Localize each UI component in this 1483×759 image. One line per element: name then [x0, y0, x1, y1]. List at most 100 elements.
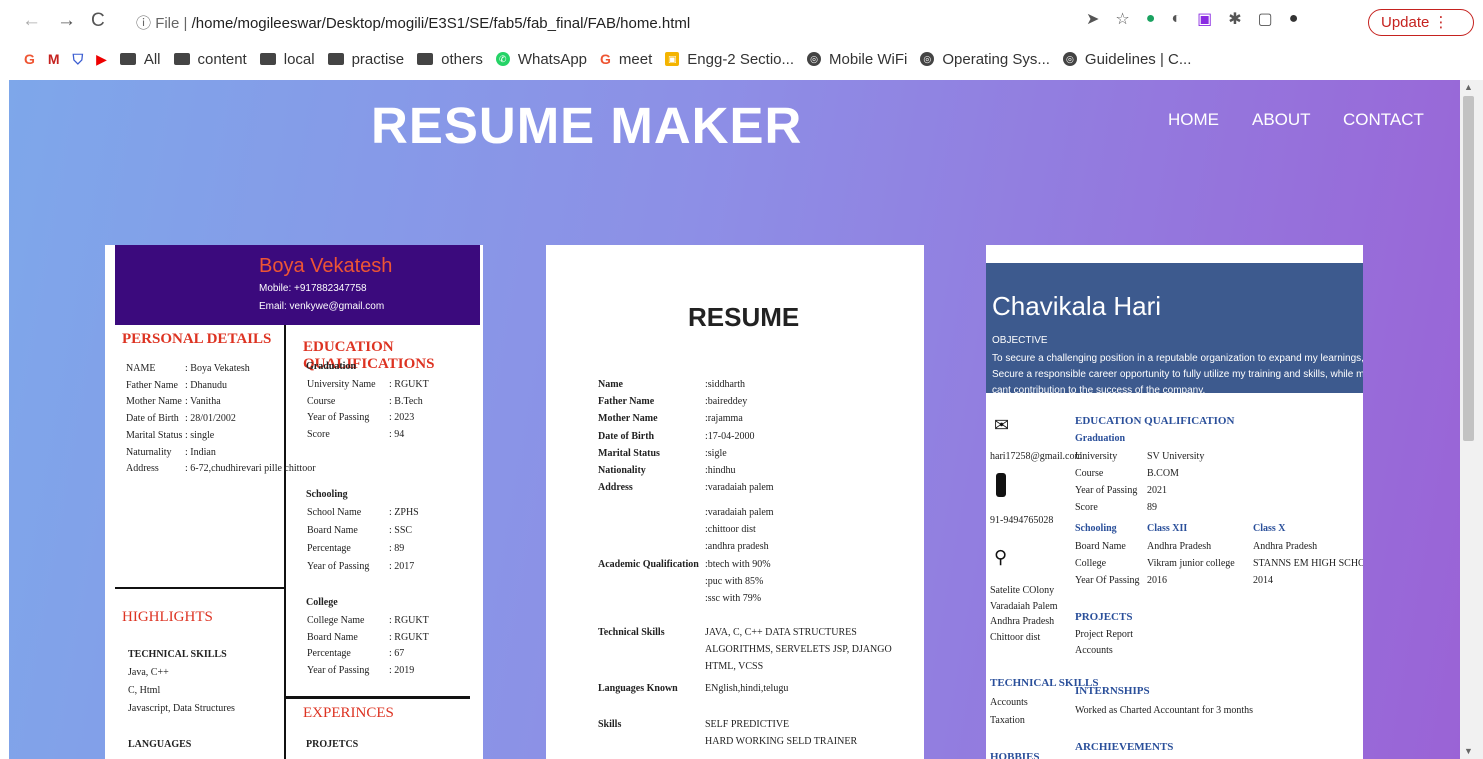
skill-item: Taxation [990, 715, 1025, 726]
objective-text: Secure a responsible career opportunity … [992, 369, 1363, 380]
field-label: Year of Passing [307, 412, 370, 423]
url-field[interactable]: ⓘ File | /home/mogileeswar/Desktop/mogil… [136, 12, 690, 33]
nav-contact[interactable]: CONTACT [1343, 110, 1424, 130]
mail-icon: ✉ [994, 415, 1010, 435]
field-value: :hindhu [705, 465, 736, 476]
field-label: Skills [598, 719, 622, 730]
section-title: ARCHIEVEMENTS [1075, 741, 1174, 753]
field-value: :varadaiah palem [705, 507, 774, 518]
url-text: /home/mogileeswar/Desktop/mogili/E3S1/SE… [191, 15, 691, 32]
section-title: EXPERINCES [303, 705, 394, 721]
project-item: Accounts [1075, 645, 1113, 656]
gmail-icon[interactable]: M [48, 51, 60, 67]
field-value: :puc with 85% [705, 576, 764, 588]
field-label: School Name [307, 507, 362, 518]
field-label: Marital Status [126, 429, 183, 441]
field-value: HARD WORKING SELD TRAINER [705, 736, 858, 747]
field-label: College Name [307, 615, 365, 626]
puzzle-icon[interactable]: ✱ [1228, 9, 1241, 29]
skill-item: Accounts [990, 697, 1028, 708]
extension-icon[interactable]: ◐ [1171, 10, 1181, 28]
field-value: B.COM [1147, 468, 1179, 479]
grammarly-icon[interactable]: ● [1146, 10, 1156, 28]
field-label: Board Name [307, 525, 358, 536]
nav-home[interactable]: HOME [1168, 110, 1219, 130]
url-prefix: File [155, 15, 180, 32]
info-icon[interactable]: ⓘ [136, 15, 151, 32]
app-icon[interactable]: ▣ [1197, 9, 1212, 29]
bookmark-others[interactable]: others [417, 51, 483, 68]
bookmark-meet[interactable]: Gmeet [600, 51, 652, 68]
bookmark-engg[interactable]: ▣ Engg-2 Sectio... [665, 51, 794, 68]
divider [115, 587, 284, 589]
field-value: HTML, VCSS [705, 661, 764, 672]
bookmark-content[interactable]: content [173, 50, 247, 68]
star-icon[interactable]: ☆ [1115, 9, 1129, 29]
folder-icon [173, 53, 190, 65]
resume-template-2[interactable]: RESUME Name:siddharth Father Name:bairedd… [546, 245, 924, 759]
field-label: Mother Name [598, 413, 658, 425]
update-button[interactable]: Update ⋮ [1368, 9, 1474, 36]
field-label: NAME [126, 363, 156, 374]
bookmark-mobile-wifi[interactable]: ◎ Mobile WiFi [807, 51, 907, 68]
google-icon[interactable]: G [24, 51, 35, 67]
field-value: : 89 [389, 543, 405, 554]
folder-icon [119, 53, 136, 65]
field-value: : 2019 [389, 664, 415, 676]
forward-icon[interactable]: → [57, 10, 76, 32]
resume-template-3[interactable]: Chavikala Hari OBJECTIVE To secure a cha… [986, 245, 1363, 759]
section-title: PROJECTS [1075, 611, 1133, 623]
bookmark-operating-sys[interactable]: ◎ Operating Sys... [920, 51, 1050, 68]
subsection-title: Graduation [1075, 433, 1126, 444]
bookmark-label: others [441, 50, 483, 68]
youtube-icon[interactable]: ▶ [96, 51, 107, 68]
bookmark-practise[interactable]: practise [327, 50, 405, 68]
bookmark-label: WhatsApp [517, 50, 588, 68]
field-value: : 28/01/2002 [185, 413, 236, 425]
scrollbar-thumb[interactable] [1463, 96, 1474, 441]
scroll-down-icon[interactable]: ▼ [1464, 746, 1473, 756]
field-label: University Name [307, 379, 376, 390]
scroll-up-icon[interactable]: ▲ [1464, 82, 1473, 92]
bookmark-whatsapp[interactable]: ✆ WhatsApp [495, 50, 588, 68]
address-line: Andhra Pradesh [990, 616, 1055, 627]
field-label: Academic Qualification [598, 559, 699, 570]
bookmark-label: content [197, 50, 247, 68]
address-line: Satelite COlony [990, 585, 1055, 596]
field-value: : SSC [389, 525, 413, 536]
field-label: Nationality [598, 465, 646, 476]
skill-item: Javascript, Data Structures [128, 703, 235, 714]
bookmark-guidelines[interactable]: ◎ Guidelines | C... [1062, 51, 1191, 68]
nav-about[interactable]: ABOUT [1252, 110, 1311, 130]
shield-icon[interactable]: ⛉ [73, 51, 84, 68]
globe-icon: ◎ [920, 52, 935, 66]
folder-icon [259, 53, 276, 65]
bookmark-all[interactable]: All [119, 50, 161, 68]
resume-template-1[interactable]: Boya Vekatesh Mobile: +917882347758 Emai… [105, 245, 483, 759]
sidepanel-icon[interactable]: ▢ [1258, 9, 1273, 29]
field-value: : 67 [389, 648, 405, 659]
column-title: Class XII [1147, 523, 1188, 534]
bookmark-local[interactable]: local [259, 51, 315, 68]
bookmark-label: Operating Sys... [942, 50, 1050, 68]
address-bar-row: ← → C ⓘ File | /home/mogileeswar/Desktop… [0, 0, 1483, 44]
section-title: PERSONAL DETAILS [122, 331, 272, 347]
send-icon[interactable]: ➤ [1086, 9, 1099, 29]
field-label: Father Name [126, 379, 178, 391]
field-value: 2021 [1147, 485, 1167, 496]
field-value: ENglish,hindi,telugu [705, 683, 789, 694]
column-title: Class X [1253, 523, 1286, 534]
divider [285, 696, 470, 699]
resume-title: RESUME [688, 302, 800, 332]
back-icon[interactable]: ← [22, 10, 41, 32]
field-value: : ZPHS [389, 507, 419, 518]
field-label: Date of Birth [598, 430, 655, 442]
avatar-icon[interactable]: ● [1289, 10, 1299, 28]
bookmark-label: All [143, 50, 161, 68]
field-label: Year of Passing [307, 561, 370, 572]
field-label: Board Name [307, 631, 358, 643]
contact-email: hari17258@gmail.com [990, 451, 1083, 462]
reload-icon[interactable]: C [91, 10, 105, 32]
bookmark-label: practise [351, 50, 405, 68]
field-label: Address [598, 482, 633, 494]
